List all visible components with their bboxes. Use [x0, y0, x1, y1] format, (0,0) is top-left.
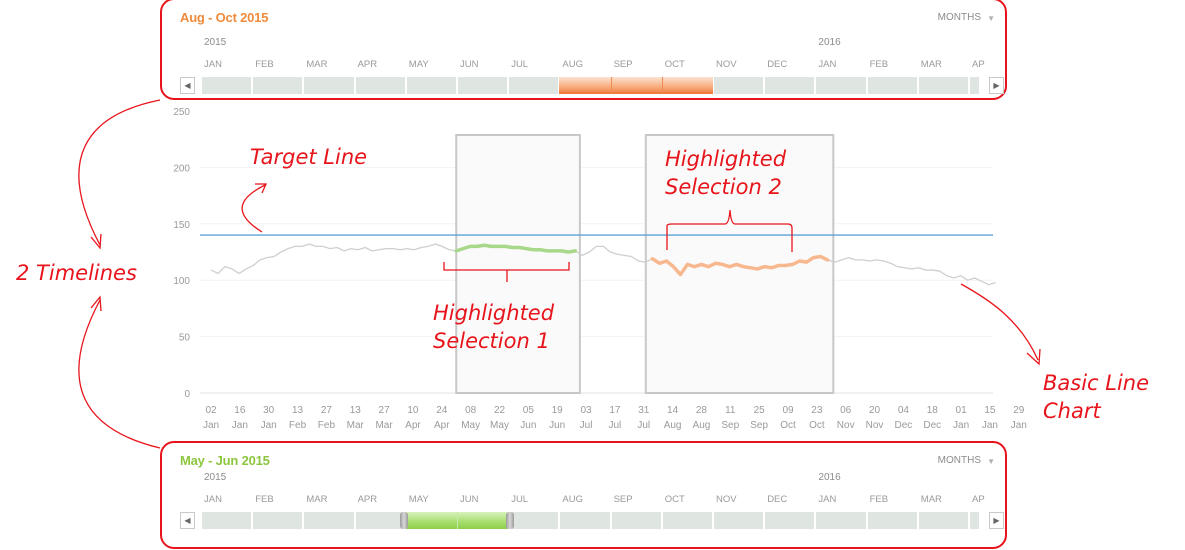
x-tick-day: 25	[754, 405, 766, 416]
x-tick-month: Sep	[721, 420, 739, 431]
arrow-to-basic-line	[960, 283, 1039, 361]
x-tick-day: 19	[552, 405, 564, 416]
line-chart: 050100150200250 02Jan16Jan30Jan13Feb27Fe…	[78, 99, 1041, 449]
x-tick-month: Jan	[953, 420, 969, 431]
x-tick-month: Oct	[809, 420, 825, 431]
x-tick-day: 01	[956, 405, 968, 416]
x-tick-day: 13	[350, 405, 362, 416]
x-tick-day: 15	[984, 405, 996, 416]
annotation-selection2-line2: Selection 2	[665, 175, 782, 199]
x-tick-month: Jan	[203, 420, 219, 431]
annotation-timelines: 2 Timelines	[16, 261, 137, 285]
x-tick-day: 24	[436, 405, 448, 416]
x-tick-month: Mar	[347, 420, 365, 431]
y-tick-label: 50	[179, 333, 191, 344]
x-tick-month: Sep	[750, 420, 768, 431]
y-tick-label: 250	[173, 107, 190, 118]
x-tick-day: 27	[379, 405, 391, 416]
x-tick-month: Jul	[580, 420, 593, 431]
x-tick-day: 31	[638, 405, 650, 416]
x-tick-day: 20	[869, 405, 881, 416]
x-tick-day: 13	[292, 405, 304, 416]
x-tick-day: 02	[205, 405, 217, 416]
y-tick-label: 100	[173, 276, 190, 287]
x-tick-month: Aug	[664, 420, 682, 431]
x-tick-month: Jul	[609, 420, 622, 431]
x-tick-month: Jun	[520, 420, 536, 431]
y-tick-label: 150	[173, 220, 190, 231]
annotation-target-line: Target Line	[250, 145, 368, 169]
x-tick-day: 28	[696, 405, 708, 416]
arrow-to-target-line	[241, 184, 266, 233]
y-tick-label: 200	[173, 163, 190, 174]
series-line-base	[210, 243, 996, 286]
arrow-to-top-timeline	[78, 99, 161, 246]
x-tick-day: 03	[580, 405, 592, 416]
x-tick-day: 09	[782, 405, 794, 416]
x-tick-month: Apr	[405, 420, 421, 431]
x-tick-month: Nov	[866, 420, 884, 431]
x-tick-month: Mar	[375, 420, 393, 431]
x-tick-day: 05	[523, 405, 535, 416]
x-tick-day: 04	[898, 405, 910, 416]
x-tick-day: 10	[407, 405, 419, 416]
x-tick-month: May	[490, 420, 509, 431]
x-tick-day: 14	[667, 405, 679, 416]
x-tick-day: 27	[321, 405, 333, 416]
x-tick-day: 17	[609, 405, 621, 416]
gridlines	[200, 166, 993, 394]
x-tick-month: Nov	[837, 420, 855, 431]
x-tick-month: Dec	[895, 420, 913, 431]
y-axis-ticks: 0 50 100 150 200 250	[173, 107, 190, 400]
x-tick-month: Dec	[923, 420, 941, 431]
x-tick-month: Apr	[434, 420, 450, 431]
x-tick-month: Oct	[780, 420, 796, 431]
annotation-basic-line-2: Chart	[1043, 399, 1101, 423]
x-tick-day: 18	[927, 405, 939, 416]
x-tick-day: 16	[234, 405, 246, 416]
x-tick-month: Jan	[1011, 420, 1027, 431]
arrow-to-bottom-timeline	[78, 299, 161, 449]
x-tick-day: 06	[840, 405, 852, 416]
x-tick-month: May	[461, 420, 480, 431]
annotation-selection2-line1: Highlighted	[665, 147, 787, 171]
x-tick-day: 11	[725, 405, 736, 416]
y-tick-label: 0	[184, 389, 190, 400]
annotation-selection1-line2: Selection 1	[433, 329, 550, 353]
x-tick-month: Jul	[637, 420, 650, 431]
highlight-box-1	[455, 134, 581, 394]
x-tick-month: Jan	[261, 420, 277, 431]
series-lines	[200, 234, 996, 286]
annotation-selection1-line1: Highlighted	[433, 301, 555, 325]
x-tick-day: 22	[494, 405, 506, 416]
x-axis-ticks: 02 Jan 16 Jan 30 Jan 13 Feb 27 Feb 13 Mar 27 Mar 10 Apr…	[203, 405, 1027, 431]
x-tick-day: 30	[263, 405, 275, 416]
x-tick-month: Aug	[693, 420, 711, 431]
x-tick-month: Jan	[982, 420, 998, 431]
annotation-basic-line-1: Basic Line	[1043, 371, 1150, 395]
x-tick-day: 08	[465, 405, 477, 416]
x-tick-day: 23	[811, 405, 823, 416]
x-tick-day: 29	[1013, 405, 1025, 416]
x-tick-month: Feb	[318, 420, 336, 431]
x-tick-month: Feb	[289, 420, 307, 431]
x-tick-month: Jun	[549, 420, 565, 431]
x-tick-month: Jan	[232, 420, 248, 431]
